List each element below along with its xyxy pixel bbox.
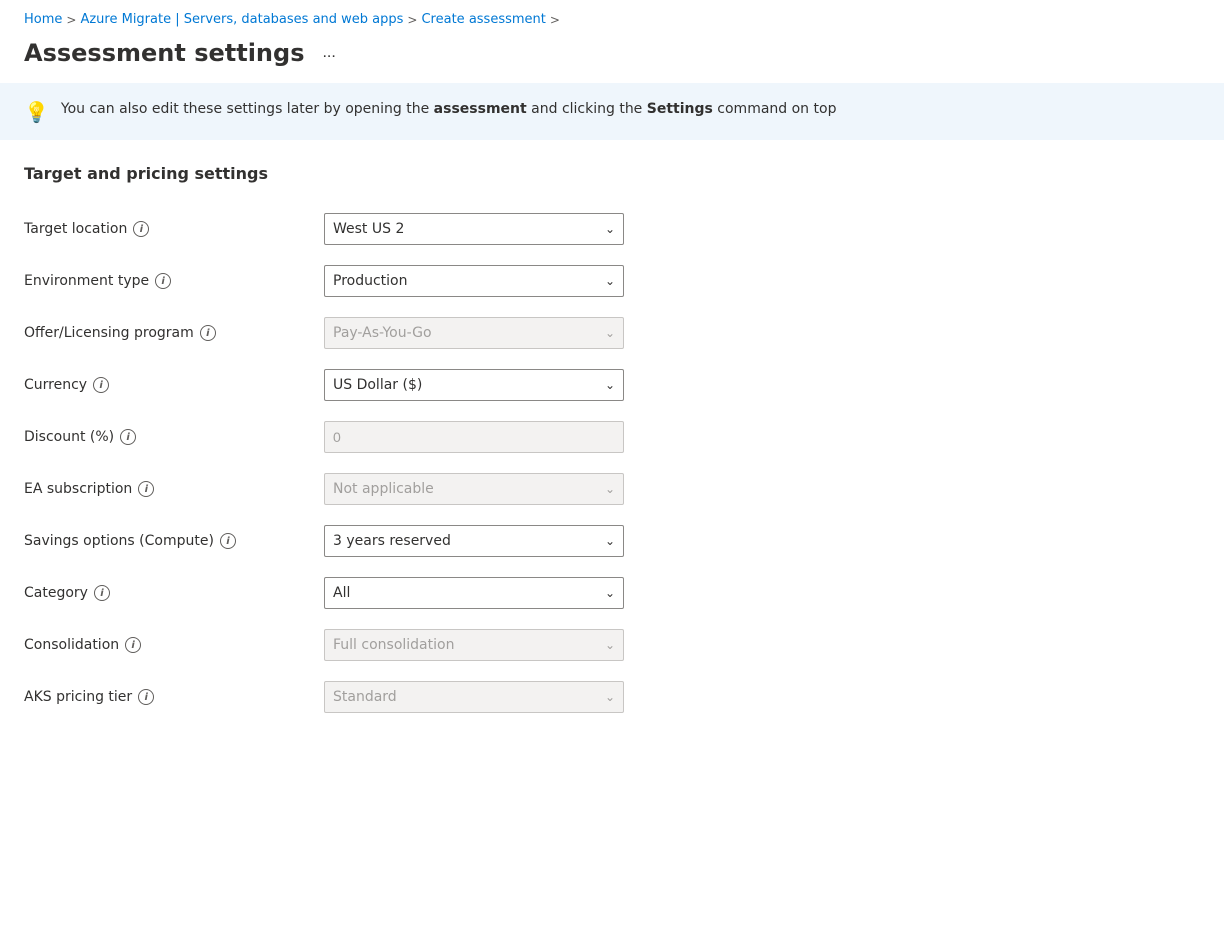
dropdown-currency[interactable]: US Dollar ($) ⌄ <box>324 369 624 401</box>
info-icon-consolidation: i <box>125 637 141 653</box>
breadcrumb-create-assessment[interactable]: Create assessment <box>421 12 545 27</box>
control-savings-options: 3 years reserved ⌄ <box>324 515 634 567</box>
label-savings-options: Savings options (Compute) i <box>24 515 324 567</box>
ellipsis-button[interactable]: ... <box>316 42 341 64</box>
form-grid: Target location i West US 2 ⌄ Environmen… <box>24 203 1200 723</box>
label-currency: Currency i <box>24 359 324 411</box>
breadcrumb-sep-3: > <box>550 13 560 27</box>
breadcrumb: Home > Azure Migrate | Servers, database… <box>0 0 1224 35</box>
label-ea-subscription: EA subscription i <box>24 463 324 515</box>
label-consolidation: Consolidation i <box>24 619 324 671</box>
control-offer-licensing: Pay-As-You-Go ⌄ <box>324 307 634 359</box>
control-currency: US Dollar ($) ⌄ <box>324 359 634 411</box>
chevron-down-icon: ⌄ <box>605 482 615 496</box>
page-header: Assessment settings ... <box>0 35 1224 83</box>
label-aks-pricing-tier: AKS pricing tier i <box>24 671 324 723</box>
info-icon-target-location: i <box>133 221 149 237</box>
discount-input[interactable] <box>324 421 624 453</box>
control-aks-pricing-tier: Standard ⌄ <box>324 671 634 723</box>
info-banner-text: You can also edit these settings later b… <box>61 99 837 120</box>
chevron-down-icon: ⌄ <box>605 378 615 392</box>
info-icon-savings-options: i <box>220 533 236 549</box>
label-discount: Discount (%) i <box>24 411 324 463</box>
label-category: Category i <box>24 567 324 619</box>
control-ea-subscription: Not applicable ⌄ <box>324 463 634 515</box>
chevron-down-icon: ⌄ <box>605 274 615 288</box>
breadcrumb-home[interactable]: Home <box>24 12 62 27</box>
info-icon-offer-licensing: i <box>200 325 216 341</box>
breadcrumb-azure-migrate[interactable]: Azure Migrate | Servers, databases and w… <box>80 12 403 27</box>
control-environment-type: Production ⌄ <box>324 255 634 307</box>
control-category: All ⌄ <box>324 567 634 619</box>
chevron-down-icon: ⌄ <box>605 638 615 652</box>
label-target-location: Target location i <box>24 203 324 255</box>
chevron-down-icon: ⌄ <box>605 690 615 704</box>
info-icon-ea-subscription: i <box>138 481 154 497</box>
info-icon-environment-type: i <box>155 273 171 289</box>
control-consolidation: Full consolidation ⌄ <box>324 619 634 671</box>
label-environment-type: Environment type i <box>24 255 324 307</box>
info-icon-category: i <box>94 585 110 601</box>
control-target-location: West US 2 ⌄ <box>324 203 634 255</box>
chevron-down-icon: ⌄ <box>605 326 615 340</box>
info-icon-aks-pricing-tier: i <box>138 689 154 705</box>
breadcrumb-sep-2: > <box>407 13 417 27</box>
info-banner: 💡 You can also edit these settings later… <box>0 83 1224 140</box>
bulb-icon: 💡 <box>24 100 49 124</box>
dropdown-offer-licensing: Pay-As-You-Go ⌄ <box>324 317 624 349</box>
main-content: Target and pricing settings Target locat… <box>0 164 1224 763</box>
page-title: Assessment settings <box>24 39 304 67</box>
chevron-down-icon: ⌄ <box>605 222 615 236</box>
label-offer-licensing: Offer/Licensing program i <box>24 307 324 359</box>
dropdown-environment-type[interactable]: Production ⌄ <box>324 265 624 297</box>
dropdown-aks-pricing-tier: Standard ⌄ <box>324 681 624 713</box>
section-title: Target and pricing settings <box>24 164 1200 183</box>
breadcrumb-sep-1: > <box>66 13 76 27</box>
dropdown-category[interactable]: All ⌄ <box>324 577 624 609</box>
control-discount <box>324 411 634 463</box>
chevron-down-icon: ⌄ <box>605 534 615 548</box>
chevron-down-icon: ⌄ <box>605 586 615 600</box>
info-icon-discount: i <box>120 429 136 445</box>
dropdown-consolidation: Full consolidation ⌄ <box>324 629 624 661</box>
info-icon-currency: i <box>93 377 109 393</box>
dropdown-target-location[interactable]: West US 2 ⌄ <box>324 213 624 245</box>
dropdown-savings-options[interactable]: 3 years reserved ⌄ <box>324 525 624 557</box>
dropdown-ea-subscription: Not applicable ⌄ <box>324 473 624 505</box>
